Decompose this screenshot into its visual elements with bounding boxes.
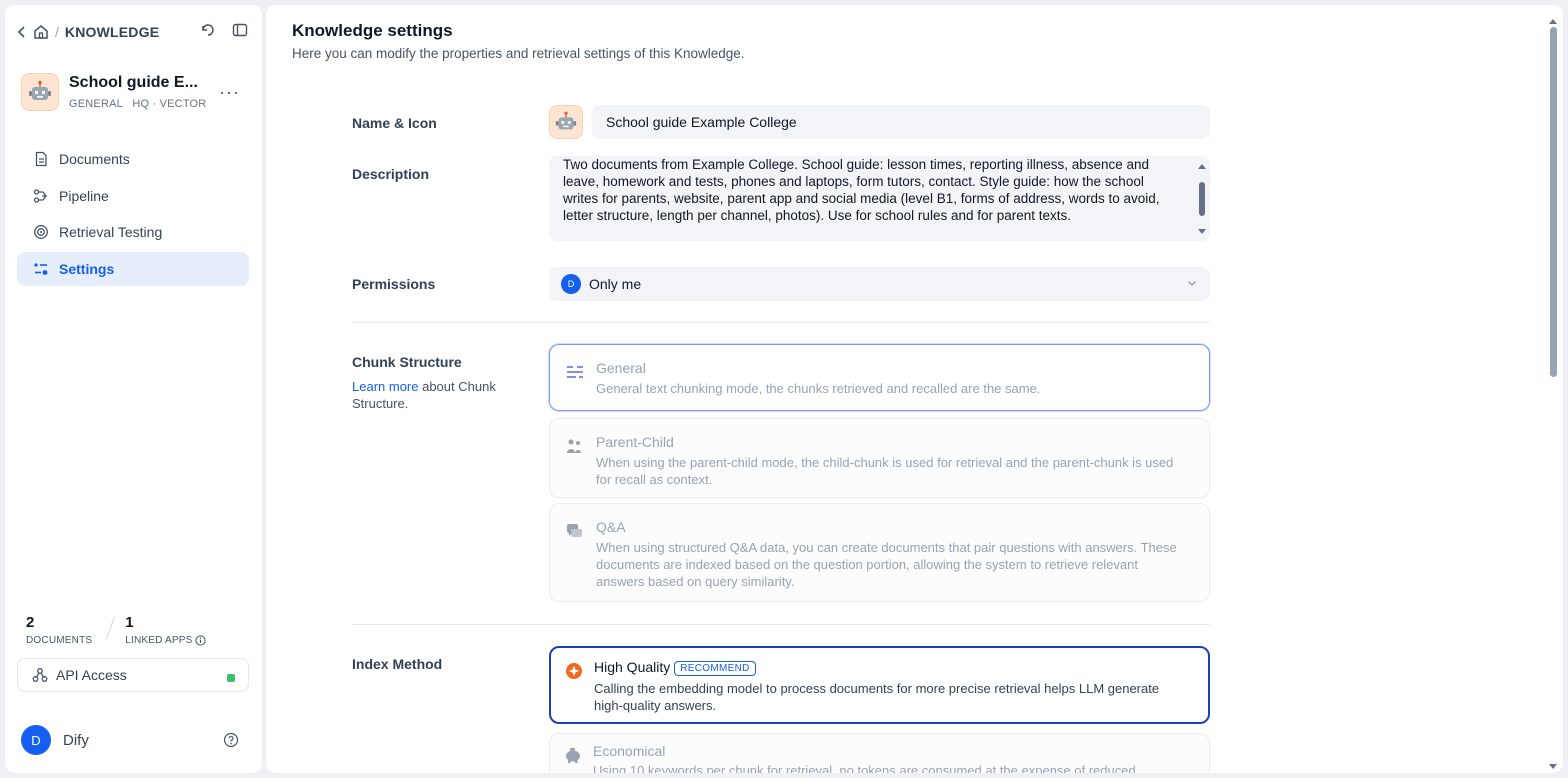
sidebar-item-retrieval-testing[interactable]: Retrieval Testing	[17, 215, 249, 249]
breadcrumb-section[interactable]: KNOWLEDGE	[65, 24, 159, 40]
knowledge-icon-picker[interactable]	[549, 105, 583, 139]
sidebar: / KNOWLEDGE School guide E... GENERAL HQ…	[5, 5, 262, 773]
chunk-structure-label: Chunk Structure	[352, 354, 462, 370]
index-option-desc: Using 10 keywords per chunk for retrieva…	[593, 763, 1136, 773]
name-input[interactable]: School guide Example College	[592, 105, 1210, 139]
api-status-indicator	[227, 674, 235, 682]
documents-count: 2	[26, 614, 35, 631]
description-textarea[interactable]: Two documents from Example College. Scho…	[549, 156, 1210, 241]
chunk-option-title: Parent-Child	[596, 434, 674, 450]
linked-apps-count: 1	[125, 614, 134, 631]
refresh-icon[interactable]	[200, 22, 216, 38]
chevron-down-icon	[1186, 277, 1198, 289]
robot-icon	[21, 73, 59, 111]
permissions-value: Only me	[589, 276, 642, 292]
name-icon-label: Name & Icon	[352, 115, 437, 131]
recommend-badge: RECOMMEND	[674, 661, 756, 676]
api-access-label: API Access	[56, 667, 127, 683]
settings-panel: Knowledge settings Here you can modify t…	[266, 5, 1563, 773]
knowledge-header: School guide E... GENERAL HQ · VECTOR ··…	[21, 72, 246, 112]
knowledge-meta: GENERAL HQ · VECTOR	[69, 98, 207, 110]
piggy-bank-icon	[564, 746, 582, 764]
chunk-option-desc: General text chunking mode, the chunks r…	[596, 381, 1041, 396]
sidebar-item-settings[interactable]: Settings	[17, 251, 249, 286]
permissions-select[interactable]: D Only me	[549, 267, 1210, 301]
panel-toggle-icon[interactable]	[232, 22, 248, 38]
documents-label: DOCUMENTS	[26, 635, 93, 646]
chunk-option-title: General	[596, 360, 646, 376]
general-chunk-icon	[566, 363, 584, 381]
chunk-option-desc: When using the parent-child mode, the ch…	[596, 455, 1174, 487]
breadcrumb-separator: /	[55, 24, 59, 40]
chunk-option-qa[interactable]: Q&A When using structured Q&A data, you …	[549, 503, 1210, 602]
chunk-option-title: Q&A	[596, 519, 626, 535]
description-scrollbar[interactable]	[1197, 162, 1207, 236]
sidebar-item-label: Documents	[59, 151, 130, 167]
parent-child-icon	[566, 437, 584, 455]
page-title: Knowledge settings	[292, 21, 453, 40]
main-scrollbar[interactable]	[1548, 19, 1558, 769]
pipeline-icon	[33, 188, 49, 204]
description-label: Description	[352, 166, 430, 182]
documents-stat: 2 DOCUMENTS	[26, 614, 92, 646]
index-option-high-quality[interactable]: High Quality RECOMMEND Calling the embedd…	[549, 646, 1210, 724]
settings-sliders-icon	[33, 261, 49, 277]
sidebar-item-pipeline[interactable]: Pipeline	[17, 179, 249, 213]
high-quality-icon	[565, 662, 583, 680]
stats-divider	[106, 616, 116, 640]
help-icon[interactable]	[223, 732, 239, 748]
document-icon	[33, 151, 49, 167]
index-option-title: Economical	[593, 743, 666, 759]
knowledge-name: School guide E...	[69, 74, 198, 91]
sidebar-item-label: Settings	[59, 260, 115, 277]
sidebar-item-documents[interactable]: Documents	[17, 142, 249, 176]
qa-chat-icon	[566, 522, 584, 540]
avatar: D	[21, 725, 51, 755]
knowledge-stats: 2 DOCUMENTS 1 LINKED APPS	[26, 614, 207, 646]
divider	[352, 322, 1210, 323]
sidebar-item-label: Pipeline	[59, 187, 109, 204]
target-icon	[33, 224, 49, 240]
description-text: Two documents from Example College. Scho…	[563, 157, 1160, 223]
index-option-title: High Quality	[594, 659, 671, 675]
learn-more-link[interactable]: Learn more	[352, 379, 418, 394]
page-subtitle: Here you can modify the properties and r…	[292, 46, 745, 61]
back-chevron-icon[interactable]	[17, 26, 27, 38]
chunk-option-general[interactable]: General General text chunking mode, the …	[549, 344, 1210, 411]
user-name: Dify	[63, 731, 89, 749]
home-icon[interactable]	[33, 24, 49, 40]
chunk-option-parent-child[interactable]: Parent-Child When using the parent-child…	[549, 418, 1210, 498]
index-option-desc: Calling the embedding model to process d…	[594, 681, 1160, 713]
permissions-label: Permissions	[352, 276, 436, 292]
api-icon	[32, 667, 48, 683]
linked-apps-stat: 1 LINKED APPS	[125, 614, 207, 646]
sidebar-item-label: Retrieval Testing	[59, 224, 163, 240]
chunk-option-desc: When using structured Q&A data, you can …	[596, 540, 1177, 589]
index-option-economical[interactable]: Economical Using 10 keywords per chunk f…	[549, 733, 1210, 773]
user-profile[interactable]: D Dify	[21, 725, 89, 755]
chunk-structure-help: Learn more about Chunk Structure.	[352, 378, 522, 412]
sidebar-nav: Documents Pipeline Retrieval Testing Set…	[17, 142, 249, 288]
divider	[352, 624, 1210, 625]
breadcrumb: / KNOWLEDGE	[17, 21, 159, 43]
info-icon[interactable]	[195, 635, 207, 646]
api-access-button[interactable]: API Access	[17, 658, 249, 692]
index-method-label: Index Method	[352, 656, 443, 672]
permissions-avatar: D	[561, 274, 581, 294]
linked-apps-label: LINKED APPS	[125, 635, 193, 646]
more-options-icon[interactable]: ···	[219, 82, 240, 103]
